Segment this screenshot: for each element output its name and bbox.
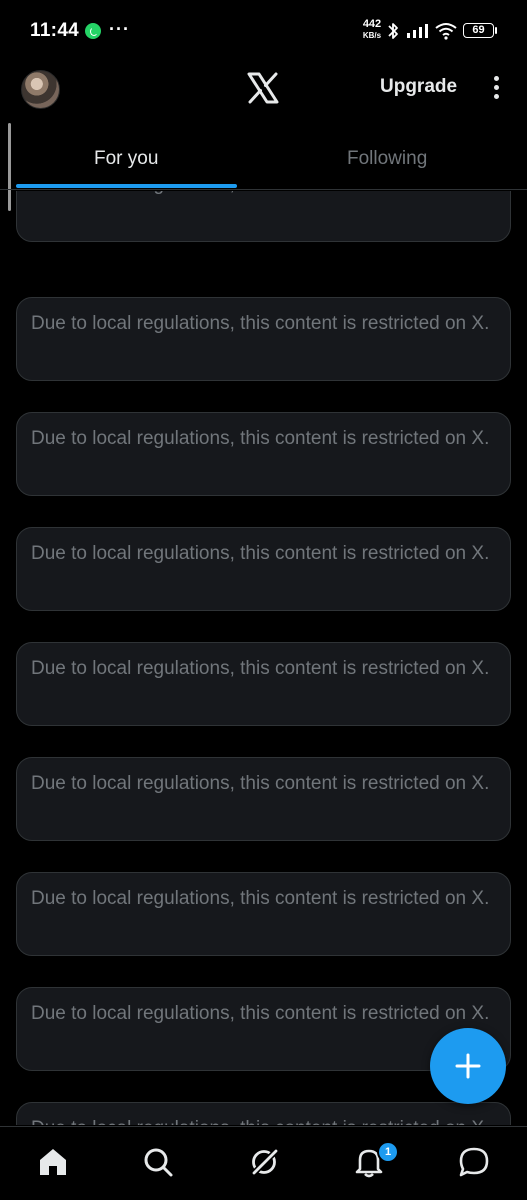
profile-avatar[interactable] bbox=[21, 70, 60, 109]
net-speed-unit: KB/s bbox=[362, 31, 382, 40]
battery-tip bbox=[495, 27, 497, 34]
status-bar: 11:44 ··· 442 KB/s 69 bbox=[0, 0, 527, 62]
compose-button[interactable] bbox=[430, 1028, 506, 1104]
restricted-notice: Due to local regulations, this content i… bbox=[16, 872, 511, 956]
plus-icon bbox=[455, 1053, 481, 1079]
battery-icon: 69 bbox=[463, 23, 494, 38]
net-speed-value: 442 bbox=[362, 18, 382, 30]
feed: Due to local regulations, this content i… bbox=[0, 191, 527, 1125]
messages-icon[interactable] bbox=[457, 1145, 491, 1179]
restricted-notice: Due to local regulations, this content i… bbox=[16, 191, 511, 242]
upgrade-button[interactable]: Upgrade bbox=[380, 76, 457, 98]
net-speed: 442 KB/s bbox=[360, 18, 384, 41]
restricted-notice: Due to local regulations, this content i… bbox=[16, 757, 511, 841]
battery-level: 69 bbox=[472, 24, 485, 36]
status-time: 11:44 bbox=[30, 20, 80, 41]
more-vertical-icon[interactable] bbox=[488, 74, 504, 106]
whatsapp-icon bbox=[85, 23, 101, 39]
restricted-notice: Due to local regulations, this content i… bbox=[16, 412, 511, 496]
bluetooth-icon bbox=[388, 23, 398, 39]
more-notifications-icon: ··· bbox=[109, 19, 130, 39]
restricted-notice: Due to local regulations, this content i… bbox=[16, 1102, 511, 1125]
restricted-notice: Due to local regulations, this content i… bbox=[16, 642, 511, 726]
grok-icon[interactable] bbox=[247, 1145, 281, 1179]
active-tab-indicator bbox=[16, 184, 237, 188]
restricted-notice: Due to local regulations, this content i… bbox=[16, 527, 511, 611]
home-icon[interactable] bbox=[36, 1145, 70, 1179]
tab-following[interactable]: Following bbox=[347, 148, 427, 170]
restricted-notice: Due to local regulations, this content i… bbox=[16, 297, 511, 381]
bottom-nav: 1 bbox=[0, 1126, 527, 1200]
tab-for-you[interactable]: For you bbox=[94, 148, 158, 170]
notifications-badge: 1 bbox=[377, 1141, 399, 1163]
wifi-icon bbox=[435, 23, 457, 40]
timeline-tabs: For you Following bbox=[0, 130, 527, 190]
signal-icon bbox=[407, 24, 428, 38]
search-icon[interactable] bbox=[141, 1145, 175, 1179]
x-logo-icon[interactable] bbox=[246, 71, 280, 105]
